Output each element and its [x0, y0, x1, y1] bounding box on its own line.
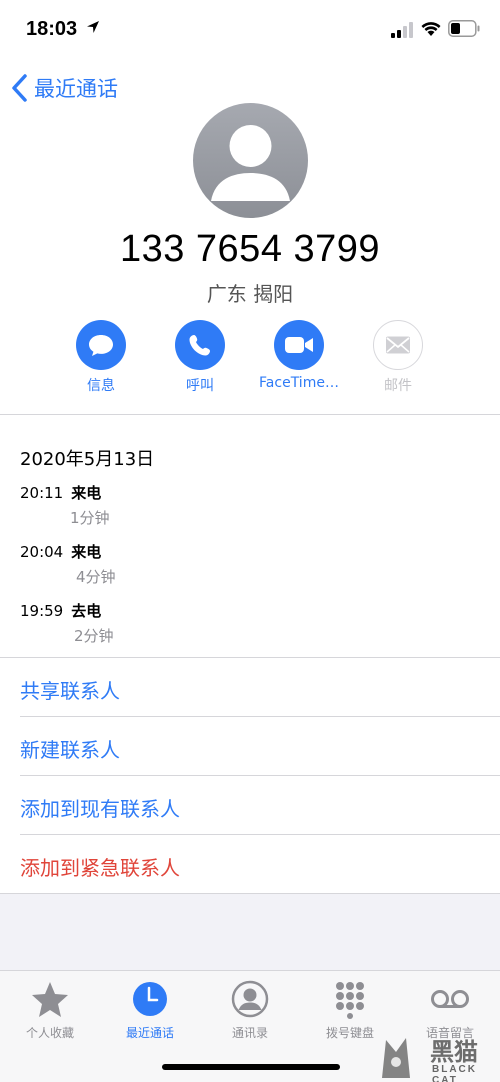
phone-location: 广东 揭阳	[206, 282, 294, 306]
clock-icon	[133, 982, 167, 1016]
watermark-text: 黑猫	[430, 1038, 478, 1066]
mail-button[interactable]: 邮件	[348, 320, 448, 395]
mail-label: 邮件	[384, 378, 412, 394]
call-date: 2020年5月13日	[20, 449, 155, 470]
call-duration: 1分钟	[70, 509, 110, 527]
home-indicator	[162, 1064, 340, 1070]
call-duration: 2分钟	[74, 627, 114, 645]
section-divider	[0, 657, 500, 658]
mail-icon	[386, 336, 410, 354]
contacts-icon	[231, 980, 269, 1018]
facetime-label: FaceTime…	[259, 375, 339, 391]
add-to-existing-contact-button[interactable]: 添加到现有联系人	[20, 793, 180, 822]
call-time: 20:11	[20, 484, 64, 502]
status-bar: 18:03	[0, 0, 500, 58]
row-divider	[20, 716, 500, 717]
back-button[interactable]: 最近通话	[10, 72, 118, 104]
call-time: 19:59	[20, 602, 64, 620]
message-icon	[89, 335, 113, 356]
call-type: 来电	[71, 484, 102, 502]
call-duration: 4分钟	[76, 568, 116, 586]
avatar	[193, 103, 308, 218]
message-button-circle	[76, 320, 126, 370]
message-button[interactable]: 信息	[51, 320, 151, 395]
call-type: 来电	[71, 543, 102, 561]
facetime-button[interactable]: FaceTime…	[249, 320, 349, 391]
status-time: 18:03	[26, 18, 78, 40]
tab-label: 最近通话	[125, 1026, 174, 1040]
call-type: 去电	[71, 602, 102, 620]
chevron-left-icon	[12, 74, 27, 102]
video-icon	[285, 337, 313, 353]
share-contact-button[interactable]: 共享联系人	[20, 675, 120, 704]
tab-recents[interactable]: 最近通话	[100, 979, 200, 1041]
location-arrow-icon	[87, 21, 99, 33]
call-time: 20:04	[20, 543, 64, 561]
tab-label: 个人收藏	[25, 1026, 74, 1040]
call-entry: 19:59 去电 2分钟	[20, 600, 114, 645]
call-label: 呼叫	[186, 378, 214, 394]
call-button[interactable]: 呼叫	[150, 320, 250, 395]
mail-button-circle	[373, 320, 423, 370]
star-icon	[32, 982, 68, 1017]
wifi-icon	[421, 22, 441, 36]
phone-icon	[189, 335, 210, 356]
add-emergency-contact-button[interactable]: 添加到紧急联系人	[20, 852, 180, 881]
cellular-signal-icon	[391, 22, 413, 38]
message-label: 信息	[87, 378, 115, 394]
row-divider	[20, 834, 500, 835]
call-entry: 20:04 来电 4分钟	[20, 541, 116, 586]
background-area	[0, 894, 500, 970]
person-silhouette-icon	[211, 125, 290, 201]
row-divider	[20, 775, 500, 776]
call-entry: 20:11 来电 1分钟	[20, 482, 110, 527]
tab-favorites[interactable]: 个人收藏	[0, 979, 100, 1041]
tab-contacts[interactable]: 通讯录	[200, 979, 300, 1041]
battery-icon	[448, 20, 480, 37]
call-button-circle	[175, 320, 225, 370]
tab-label: 通讯录	[231, 1026, 268, 1040]
section-divider	[0, 414, 500, 415]
back-label: 最近通话	[34, 78, 118, 101]
phone-number: 133 7654 3799	[119, 228, 381, 270]
watermark-subtext: BLACK CAT	[432, 1064, 477, 1082]
action-row: 信息 呼叫 FaceTime… 邮件	[0, 320, 500, 400]
new-contact-button[interactable]: 新建联系人	[20, 734, 120, 763]
facetime-button-circle	[274, 320, 324, 370]
keypad-icon	[336, 982, 364, 1019]
voicemail-icon	[431, 990, 469, 1008]
